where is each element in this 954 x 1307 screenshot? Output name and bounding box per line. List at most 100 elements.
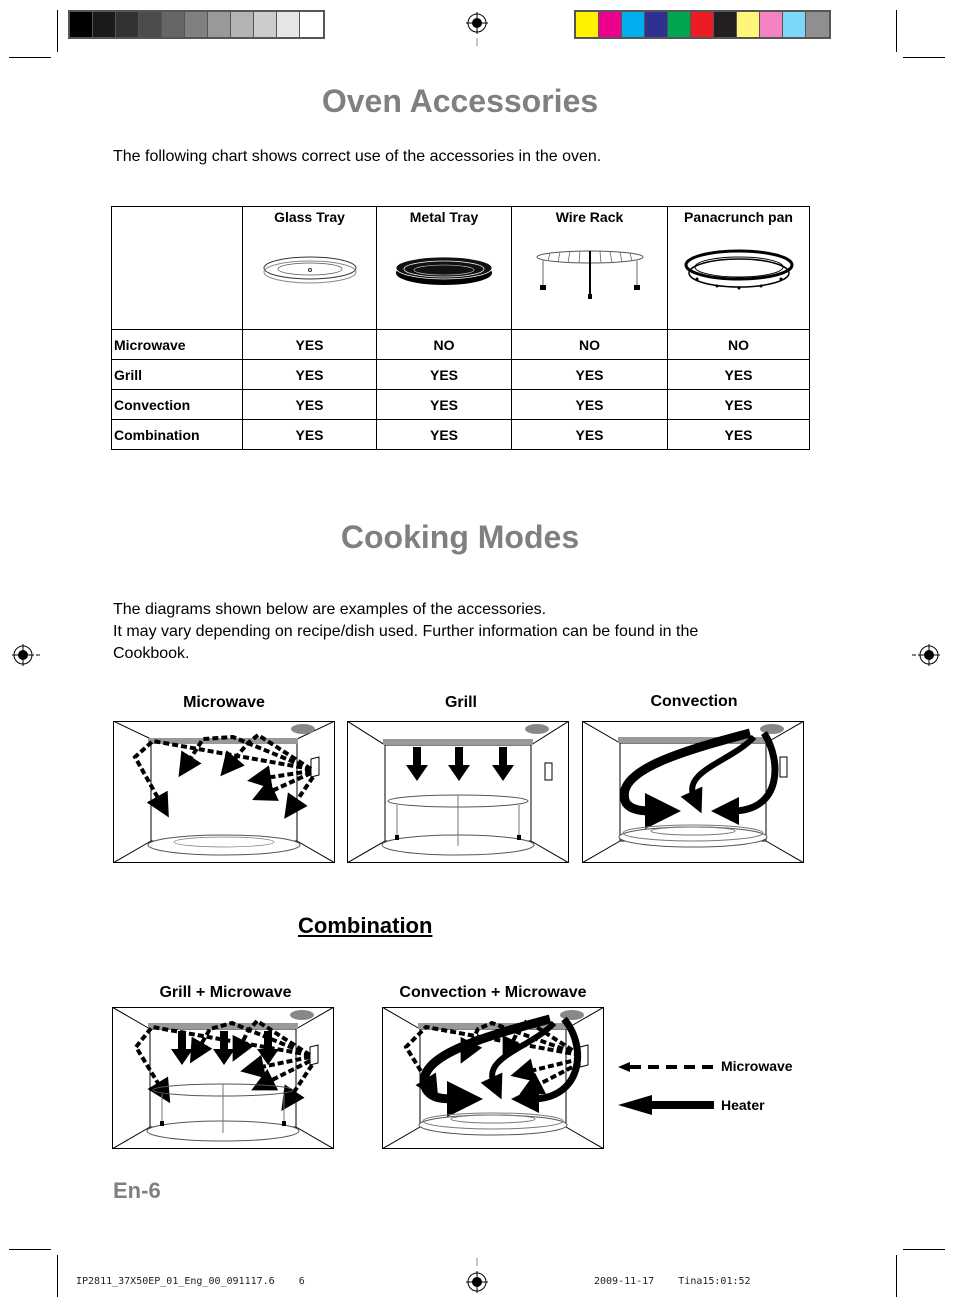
registration-mark-bottom: [466, 1258, 488, 1293]
cooking-modes-title: Cooking Modes: [340, 519, 580, 555]
table-row: Combination YES YES YES YES: [111, 419, 810, 450]
column-header-glass-tray: Glass Tray: [242, 206, 377, 330]
process-color-bar: [574, 10, 831, 39]
color-swatch: [162, 12, 185, 37]
registration-mark-top: [466, 12, 488, 46]
compatibility-cell: YES: [376, 419, 512, 450]
trim-mark: [9, 1249, 51, 1250]
grill-microwave-mode-diagram: [112, 1007, 334, 1149]
legend-label-heater: Heater: [721, 1097, 765, 1113]
color-swatch: [668, 12, 691, 37]
color-swatch: [599, 12, 622, 37]
color-swatch: [691, 12, 714, 37]
compatibility-cell: NO: [376, 329, 512, 360]
fan-icon: [560, 1010, 584, 1020]
column-header-wire-rack: Wire Rack: [511, 206, 668, 330]
convection-mode-diagram: [582, 721, 804, 863]
color-swatch: [208, 12, 231, 37]
trim-mark: [896, 1255, 897, 1297]
color-swatch: [645, 12, 668, 37]
trim-mark: [57, 1255, 58, 1297]
column-header-metal-tray: Metal Tray: [376, 206, 512, 330]
color-swatch: [737, 12, 760, 37]
heater-arrows: [406, 747, 514, 781]
row-header-cooking-mode: Convection: [111, 389, 243, 420]
color-swatch: [806, 12, 829, 37]
microwave-arrows: [132, 732, 315, 819]
legend-label-microwave: Microwave: [721, 1058, 793, 1074]
color-swatch: [576, 12, 599, 37]
compatibility-cell: YES: [511, 419, 668, 450]
compatibility-cell: YES: [376, 389, 512, 420]
compatibility-cell: YES: [667, 419, 810, 450]
empty-corner-cell: [111, 206, 243, 330]
trim-mark: [9, 57, 51, 58]
mode-label-grill-microwave: Grill + Microwave: [159, 984, 292, 1001]
color-swatch: [139, 12, 162, 37]
fan-icon: [760, 724, 784, 734]
mode-label-convection-microwave: Convection + Microwave: [399, 984, 587, 1001]
compatibility-cell: YES: [242, 329, 377, 360]
color-swatch: [93, 12, 116, 37]
heater-element: [383, 739, 533, 745]
color-swatch: [231, 12, 254, 37]
fan-icon: [291, 724, 315, 734]
table-row: Microwave YES NO NO NO: [111, 329, 810, 360]
color-swatch: [300, 12, 323, 37]
panacrunch-pan-icon: [684, 249, 793, 290]
turntable: [147, 834, 301, 856]
magnetron-icon: [779, 756, 788, 778]
compatibility-cell: YES: [511, 389, 668, 420]
column-header-panacrunch-pan: Panacrunch pan: [667, 206, 810, 330]
magnetron-icon: [579, 1044, 589, 1068]
oven-accessories-title: Oven Accessories: [321, 83, 599, 119]
table-row: Convection YES YES YES YES: [111, 389, 810, 420]
column-label: Panacrunch pan: [684, 209, 793, 225]
heater-arrows: [419, 1014, 581, 1117]
mode-label-grill: Grill: [444, 694, 477, 711]
fan-icon: [525, 724, 549, 734]
color-swatch: [714, 12, 737, 37]
table-row: Grill YES YES YES YES: [111, 359, 810, 390]
column-label: Metal Tray: [409, 209, 479, 225]
grill-mode-diagram: [347, 721, 569, 863]
microwave-legend-arrow: [618, 1062, 714, 1072]
compatibility-cell: YES: [511, 359, 668, 390]
compatibility-cell: YES: [242, 359, 377, 390]
column-label: Glass Tray: [274, 209, 345, 225]
mode-label-convection: Convection: [650, 693, 738, 710]
mode-label-microwave: Microwave: [183, 694, 265, 711]
color-swatch: [70, 12, 93, 37]
convection-microwave-mode-diagram: [382, 1007, 604, 1149]
combination-title: Combination: [298, 913, 433, 938]
color-swatch: [760, 12, 783, 37]
cooking-modes-intro-line2: It may vary depending on recipe/dish use…: [113, 623, 699, 640]
trim-mark: [896, 10, 897, 52]
color-swatch: [622, 12, 645, 37]
grayscale-color-bar: [68, 10, 325, 39]
magnetron-icon: [309, 1044, 319, 1066]
heater-legend-arrow: [618, 1095, 714, 1115]
page-number: En-6: [113, 1178, 161, 1203]
color-swatch: [116, 12, 139, 37]
accessories-table: Glass Tray Metal Tray Wire Rack Panacrun…: [111, 206, 810, 450]
table-header-row: Glass Tray Metal Tray Wire Rack Panacrun…: [111, 206, 810, 330]
compatibility-cell: YES: [667, 359, 810, 390]
registration-mark-left: [12, 644, 40, 666]
fan-icon: [290, 1010, 314, 1020]
row-header-cooking-mode: Microwave: [111, 329, 243, 360]
column-label: Wire Rack: [555, 209, 624, 225]
metal-tray-icon: [395, 256, 493, 285]
glass-tray-icon: [263, 256, 356, 284]
row-header-cooking-mode: Grill: [111, 359, 243, 390]
compatibility-cell: NO: [667, 329, 810, 360]
compatibility-cell: YES: [242, 389, 377, 420]
oven-accessories-intro: The following chart shows correct use of…: [113, 148, 602, 165]
trim-mark: [903, 57, 945, 58]
compatibility-cell: YES: [376, 359, 512, 390]
color-swatch: [185, 12, 208, 37]
registration-mark-right: [912, 644, 940, 666]
cooking-modes-intro-line1: The diagrams shown below are examples of…: [113, 601, 547, 618]
metal-tray: [418, 1114, 568, 1136]
row-header-cooking-mode: Combination: [111, 419, 243, 450]
